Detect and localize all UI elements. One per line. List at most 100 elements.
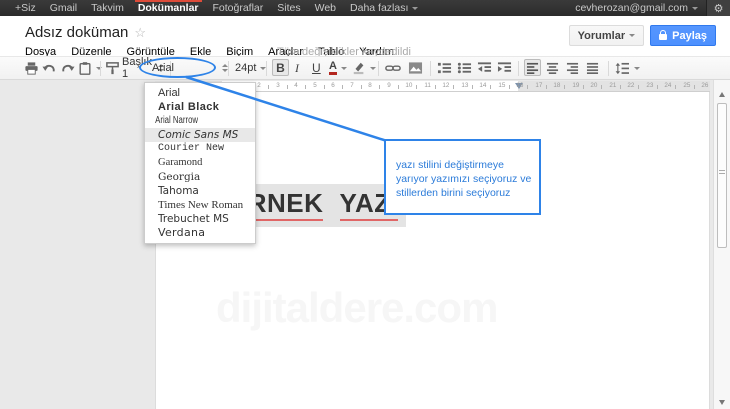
highlighter-icon xyxy=(352,61,366,75)
ruler-number: 12 xyxy=(442,82,449,88)
scrollbar-thumb[interactable] xyxy=(717,103,727,248)
ruler-number: 22 xyxy=(627,82,634,88)
font-dropdown[interactable]: Arial xyxy=(178,57,222,79)
text-color-button[interactable]: A xyxy=(329,57,347,79)
ruler-number: 4 xyxy=(294,82,298,88)
chevron-down-icon xyxy=(370,67,376,70)
topbar-item-web[interactable]: Web xyxy=(308,0,343,16)
scroll-up-icon[interactable] xyxy=(719,92,725,97)
topbar-item-sites[interactable]: Sites xyxy=(270,0,307,16)
chevron-down-icon xyxy=(96,67,102,70)
font-menu-item-verdana[interactable]: Verdana xyxy=(145,226,255,240)
scrollbar-grip xyxy=(719,170,725,174)
ruler-number: 18 xyxy=(553,82,560,88)
web-clipboard-button[interactable] xyxy=(78,57,102,79)
line-spacing-button[interactable] xyxy=(615,57,640,79)
line-spacing-icon xyxy=(615,62,630,75)
ruler-tick xyxy=(361,85,362,89)
link-icon xyxy=(385,61,401,75)
align-left-button[interactable] xyxy=(524,59,541,76)
paint-format-button[interactable] xyxy=(105,57,120,79)
ruler-tick xyxy=(287,85,288,89)
font-menu-item-arial[interactable]: Arial xyxy=(145,86,255,100)
scroll-down-icon[interactable] xyxy=(719,400,725,405)
ruler-number: 26 xyxy=(701,82,708,88)
font-menu-item-tahoma[interactable]: Tahoma xyxy=(145,184,255,198)
ruler-number: 21 xyxy=(609,82,616,88)
google-services-nav: +SizGmailTakvimDokümanlarFotoğraflarSite… xyxy=(0,0,343,16)
ruler-number: 15 xyxy=(498,82,505,88)
align-center-icon xyxy=(546,62,559,74)
justify-button[interactable] xyxy=(586,57,599,79)
chevron-down-icon xyxy=(341,67,347,70)
ruler-number: 24 xyxy=(664,82,671,88)
document-title[interactable]: Adsız doküman☆ xyxy=(25,24,146,41)
topbar-item--siz[interactable]: +Siz xyxy=(8,0,43,16)
ruler-tick xyxy=(305,85,306,89)
decrease-indent-button[interactable] xyxy=(477,57,492,79)
align-center-button[interactable] xyxy=(546,57,559,79)
ruler-number: 17 xyxy=(535,82,542,88)
chevron-down-icon xyxy=(629,34,635,37)
font-menu-item-arial-narrow[interactable]: Arial Narrow xyxy=(145,114,231,128)
ruler-number: 2 xyxy=(257,82,261,88)
topbar-item-takvim[interactable]: Takvim xyxy=(84,0,131,16)
justify-icon xyxy=(586,62,599,74)
settings-button[interactable]: ⚙ xyxy=(706,0,730,16)
font-menu-item-times-new-roman[interactable]: Times New Roman xyxy=(145,198,255,212)
ruler-number: 6 xyxy=(331,82,335,88)
topbar-item-foto-raflar[interactable]: Fotoğraflar xyxy=(206,0,271,16)
font-menu-item-trebuchet-ms[interactable]: Trebuchet MS xyxy=(145,212,255,226)
ruler-tick xyxy=(601,85,602,89)
paint-roller-icon xyxy=(105,61,120,76)
insert-link-button[interactable] xyxy=(385,57,401,79)
font-menu-item-comic-sans-ms[interactable]: Comic Sans MS xyxy=(145,128,255,142)
comments-button[interactable]: Yorumlar xyxy=(569,25,644,46)
share-button[interactable]: Paylaş xyxy=(650,25,716,46)
bulleted-list-button[interactable] xyxy=(457,57,472,79)
annotation-note-text: yazı stilini değiştirmeye yarıyor yazımı… xyxy=(396,158,533,200)
underline-button[interactable]: U xyxy=(312,57,321,79)
gear-icon: ⚙ xyxy=(714,2,724,15)
chevron-down-icon xyxy=(692,7,698,10)
chevron-down-icon xyxy=(412,7,418,10)
ruler-tick xyxy=(416,85,417,89)
insert-image-button[interactable] xyxy=(408,57,423,79)
ruler-number: 11 xyxy=(424,82,431,88)
numbered-list-button[interactable] xyxy=(437,57,452,79)
account-email[interactable]: cevherozan@gmail.com xyxy=(567,2,706,14)
ruler-tick xyxy=(694,85,695,89)
printer-icon xyxy=(24,61,39,76)
print-button[interactable] xyxy=(24,57,39,79)
font-size-dropdown[interactable]: 24pt xyxy=(235,57,266,79)
ruler-tick xyxy=(342,85,343,89)
ruler-number: 23 xyxy=(646,82,653,88)
ruler-tick xyxy=(379,85,380,89)
italic-button[interactable]: I xyxy=(295,57,299,79)
topbar-item-gmail[interactable]: Gmail xyxy=(43,0,84,16)
increase-indent-button[interactable] xyxy=(497,57,512,79)
ruler-tick xyxy=(435,85,436,89)
align-right-button[interactable] xyxy=(566,57,579,79)
star-icon[interactable]: ☆ xyxy=(134,25,146,40)
font-menu-item-arial-black[interactable]: Arial Black xyxy=(145,100,255,114)
vertical-scrollbar[interactable] xyxy=(713,80,730,409)
bold-button[interactable]: B xyxy=(272,59,289,76)
google-topbar: +SizGmailTakvimDokümanlarFotoğraflarSite… xyxy=(0,0,730,16)
ruler-tick xyxy=(675,85,676,89)
redo-button[interactable] xyxy=(60,57,75,79)
topbar-item-dok-manlar[interactable]: Dokümanlar xyxy=(131,0,206,16)
ruler-number: 8 xyxy=(368,82,372,88)
ruler-number: 5 xyxy=(313,82,317,88)
highlight-color-button[interactable] xyxy=(352,57,376,79)
font-menu-item-georgia[interactable]: Georgia xyxy=(145,170,255,184)
ruler-number: 3 xyxy=(276,82,280,88)
ruler-tick xyxy=(268,85,269,89)
font-menu-item-courier-new[interactable]: Courier New xyxy=(145,142,255,156)
font-menu-item-garamond[interactable]: Garamond xyxy=(145,156,255,170)
ruler-tick xyxy=(324,85,325,89)
topbar-item-more[interactable]: Daha fazlası xyxy=(343,0,425,16)
ruler-tick xyxy=(583,85,584,89)
redo-icon xyxy=(60,61,75,76)
undo-button[interactable] xyxy=(42,57,57,79)
